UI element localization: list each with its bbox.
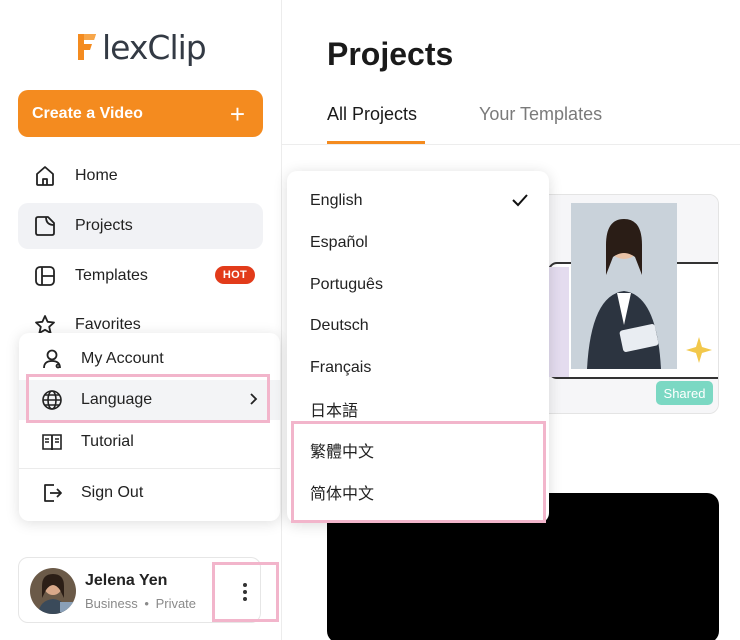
language-label: Português xyxy=(310,276,383,293)
language-menu: English Español Português Deutsch França… xyxy=(287,171,549,523)
chevron-right-icon xyxy=(248,391,258,412)
shared-badge: Shared xyxy=(656,381,713,405)
language-label: 日本語 xyxy=(310,403,359,420)
logo-f-mark xyxy=(78,34,96,60)
create-video-label: Create a Video xyxy=(32,104,143,122)
menu-item-label: Sign Out xyxy=(81,484,144,501)
language-label: Deutsch xyxy=(310,317,369,334)
home-icon xyxy=(32,163,58,189)
menu-item-language[interactable]: Language xyxy=(19,380,280,420)
projects-icon xyxy=(32,213,58,239)
templates-icon xyxy=(32,263,58,289)
menu-item-label: My Account xyxy=(81,350,164,367)
tabs-divider xyxy=(282,144,740,145)
account-menu: My Account Language Tutorial Sign Out xyxy=(19,333,280,521)
logo-text: lexClip xyxy=(102,27,207,67)
sidebar-item-home[interactable]: Home xyxy=(18,153,263,199)
avatar xyxy=(30,568,76,614)
more-vertical-icon xyxy=(243,583,247,601)
language-label: English xyxy=(310,192,363,209)
menu-item-label: Tutorial xyxy=(81,433,134,450)
globe-icon xyxy=(39,387,65,413)
language-option-french[interactable]: Français xyxy=(287,348,549,388)
language-label: 简体中文 xyxy=(310,486,375,503)
language-option-german[interactable]: Deutsch xyxy=(287,306,549,346)
more-options-button[interactable] xyxy=(213,563,277,621)
user-plan-line: Business • Private xyxy=(85,596,196,611)
sidebar-item-label: Projects xyxy=(75,217,133,234)
user-plan: Business xyxy=(85,596,138,611)
user-name: Jelena Yen xyxy=(85,572,168,589)
sign-out-icon xyxy=(39,480,65,506)
language-label: Français xyxy=(310,359,372,376)
sidebar-item-label: Home xyxy=(75,167,118,184)
sidebar-item-templates[interactable]: Templates HOT xyxy=(18,253,263,299)
user-icon xyxy=(39,346,65,372)
sidebar-item-projects[interactable]: Projects xyxy=(18,203,263,249)
menu-divider xyxy=(19,468,280,469)
menu-item-tutorial[interactable]: Tutorial xyxy=(19,422,280,462)
tab-all-projects[interactable]: All Projects xyxy=(327,104,417,125)
meta-separator: • xyxy=(144,596,149,611)
language-option-english[interactable]: English xyxy=(287,181,549,221)
book-icon xyxy=(39,429,65,455)
sidebar-item-label: Favorites xyxy=(75,316,141,333)
language-option-traditional-chinese[interactable]: 繁體中文 xyxy=(287,430,549,470)
language-label: 繁體中文 xyxy=(310,444,375,461)
active-tab-indicator xyxy=(327,141,425,144)
language-option-portuguese[interactable]: Português xyxy=(287,265,549,305)
hot-badge: HOT xyxy=(214,266,255,284)
user-visibility: Private xyxy=(155,596,197,611)
sidebar-item-label: Templates xyxy=(75,267,148,284)
language-option-japanese[interactable]: 日本語 xyxy=(287,389,549,429)
language-option-spanish[interactable]: Español xyxy=(287,223,549,263)
language-option-simplified-chinese[interactable]: 简体中文 xyxy=(287,472,549,512)
flexclip-logo[interactable]: lexClip xyxy=(74,26,207,68)
tab-your-templates[interactable]: Your Templates xyxy=(479,104,602,125)
menu-item-my-account[interactable]: My Account xyxy=(19,339,280,379)
menu-item-label: Language xyxy=(81,391,153,408)
menu-item-sign-out[interactable]: Sign Out xyxy=(19,473,280,513)
page-title: Projects xyxy=(327,36,454,72)
check-icon xyxy=(511,191,529,214)
sidebar: lexClip Create a Video + Home Projects T… xyxy=(0,0,282,640)
language-label: Español xyxy=(310,234,368,251)
plus-icon: + xyxy=(229,98,245,129)
create-video-button[interactable]: Create a Video + xyxy=(18,90,263,137)
